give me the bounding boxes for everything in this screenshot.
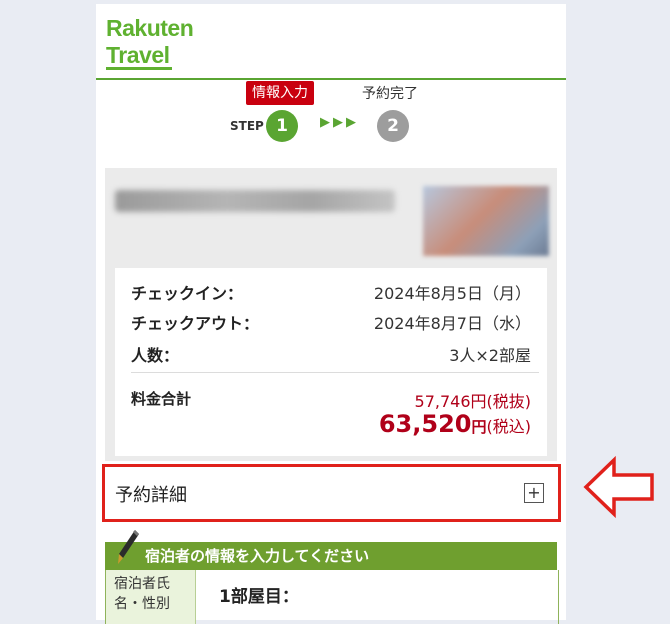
guests-value: 3人×2部屋 [449, 346, 531, 365]
booking-page: Rakuten Travel 情報入力 予約完了 STEP 1 ▶▶▶ 2 チェ… [96, 4, 566, 624]
hotel-name-blurred [115, 190, 395, 212]
step-done-label: 予約完了 [362, 86, 418, 102]
reservation-detail-label: 予約詳細 [115, 485, 187, 506]
step-2-circle: 2 [377, 110, 409, 142]
guest-name-label: 宿泊者氏 名・性別 [106, 570, 196, 624]
rakuten-logo-line2[interactable]: Travel [106, 42, 170, 69]
guest-name-label-line2: 名・性別 [114, 596, 170, 612]
hotel-summary: チェックイン： 2024年8月5日（月） チェックアウト： 2024年8月7日（… [105, 168, 557, 461]
step-1-circle: 1 [266, 110, 298, 142]
total-label: 料金合計 [131, 390, 192, 408]
guest-info-header: 宿泊者の情報を入力してください [105, 530, 557, 570]
price-incl-unit: 円 [471, 418, 487, 436]
checkin-label: チェックイン： [131, 284, 244, 303]
guest-name-label-line1: 宿泊者氏 [114, 576, 170, 592]
price-incl-tax: 63,520円(税込) [379, 410, 531, 438]
checkout-value: 2024年8月7日（水） [373, 314, 531, 333]
reservation-detail-toggle[interactable]: 予約詳細 + [102, 464, 561, 522]
step-active-label: 情報入力 [246, 81, 314, 105]
expand-plus-icon[interactable]: + [524, 483, 544, 503]
booking-details: チェックイン： 2024年8月5日（月） チェックアウト： 2024年8月7日（… [115, 268, 547, 456]
hotel-photo-blurred [423, 186, 549, 256]
step-word: STEP [230, 119, 264, 133]
header: Rakuten Travel [96, 4, 566, 80]
logo-underline [106, 67, 172, 70]
divider [131, 372, 539, 373]
left-arrow-icon [583, 455, 654, 519]
price-incl-tax-note: (税込) [486, 417, 532, 436]
price-excl-tax: 57,746円(税抜) [414, 392, 531, 411]
room-1-label: 1部屋目： [219, 587, 299, 607]
guests-label: 人数： [131, 346, 180, 365]
checkout-label: チェックアウト： [131, 314, 260, 333]
step-arrows-icon: ▶▶▶ [320, 115, 359, 130]
price-incl-amount: 63,520 [378, 410, 472, 438]
pen-icon [118, 530, 139, 564]
rakuten-logo-line1[interactable]: Rakuten [106, 15, 194, 42]
guest-info-header-text: 宿泊者の情報を入力してください [145, 547, 370, 565]
checkin-value: 2024年8月5日（月） [373, 284, 531, 303]
guest-info-table: 宿泊者氏 名・性別 1部屋目： [105, 570, 559, 624]
